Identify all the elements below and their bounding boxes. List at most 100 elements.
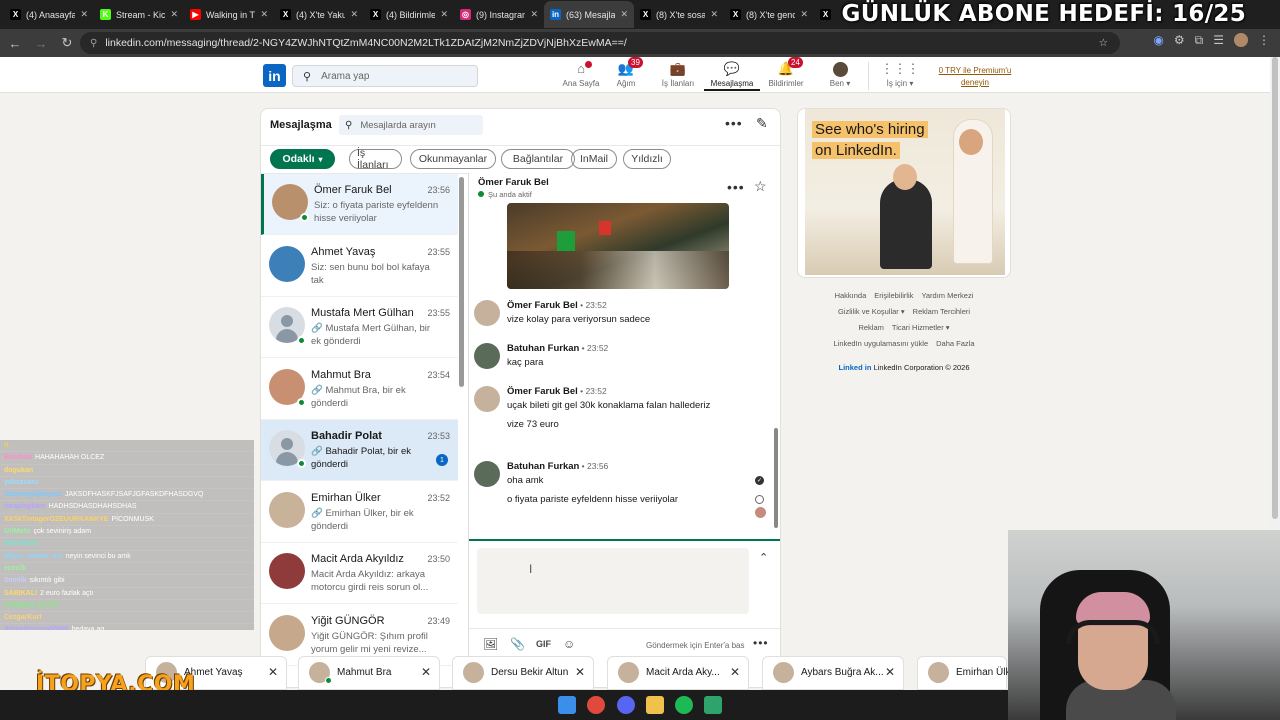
browser-tab[interactable]: K Stream - Kick ✕ (94, 1, 184, 28)
footer-link[interactable]: Ticari Hizmetler ▾ (892, 323, 950, 332)
tab-close-icon[interactable]: ✕ (800, 9, 808, 20)
conversation-item[interactable]: Ahmet Yavaş 23:55 Siz: sen bunu bol bol ka… (261, 236, 458, 297)
chat-popup[interactable]: Emirhan Ülk (917, 656, 1010, 690)
expand-compose-icon[interactable]: ⌃ (759, 551, 768, 564)
chat-popup[interactable]: Macit Arda Aky... ✕ (607, 656, 749, 690)
nav-item-messaging[interactable]: 💬 Mesajlaşma (704, 59, 760, 91)
browser-tab[interactable]: X (8) X'te genc ✕ (724, 1, 814, 28)
footer-link[interactable]: Daha Fazla (936, 339, 974, 348)
forward-icon[interactable]: → (30, 32, 52, 54)
browser-tab[interactable]: X (4) Bildirimle ✕ (364, 1, 454, 28)
browser-tab[interactable]: X (4) Anasayfa ✕ (4, 1, 94, 28)
sender-name[interactable]: Batuhan Furkan • 23:52 (507, 343, 608, 354)
windows-start-icon[interactable] (558, 696, 576, 714)
conversation-item[interactable]: Emirhan Ülker 23:52 🔗 Emirhan Ülker, bir e… (261, 482, 458, 543)
browser-tab[interactable]: ▶ Walking in T ✕ (184, 1, 274, 28)
message-compose-field[interactable]: I (477, 548, 749, 614)
sender-avatar[interactable] (474, 300, 500, 326)
emoji-icon[interactable]: ☺ (563, 637, 575, 651)
spotify-icon[interactable] (675, 696, 693, 714)
sender-avatar[interactable] (474, 386, 500, 412)
filter-chip[interactable]: İş İlanları (349, 147, 402, 171)
compose-more-icon[interactable]: ••• (753, 636, 769, 650)
sender-name[interactable]: Ömer Faruk Bel • 23:52 (507, 300, 607, 311)
attachment-icon[interactable]: 📎 (510, 637, 525, 651)
sender-name[interactable]: Ömer Faruk Bel • 23:52 (507, 386, 607, 397)
close-icon[interactable]: ✕ (885, 665, 895, 679)
back-icon[interactable]: ← (4, 32, 26, 54)
conversation-item[interactable]: Mustafa Mert Gülhan 23:55 🔗 Mustafa Mert G… (261, 297, 458, 358)
profile-avatar[interactable] (1234, 33, 1248, 47)
conversation-item[interactable]: Macit Arda Akyıldız 23:50 Macit Arda Akyıl… (261, 543, 458, 604)
footer-link[interactable]: Reklam (858, 323, 883, 332)
filter-chip[interactable]: Odaklı ▾ (270, 149, 335, 169)
tab-close-icon[interactable]: ✕ (530, 9, 538, 20)
extension-icon[interactable]: ⚙ (1174, 33, 1185, 48)
tab-close-icon[interactable]: ✕ (170, 9, 178, 20)
menu-icon[interactable]: ⋮ (1258, 33, 1270, 48)
tab-close-icon[interactable]: ✕ (350, 9, 358, 20)
nav-item-me[interactable]: ● Ben ▾ (812, 59, 868, 91)
thread-contact-name[interactable]: Ömer Faruk Bel (478, 177, 549, 188)
chat-popup[interactable]: Mahmut Bra ✕ (298, 656, 440, 690)
conversation-item[interactable]: Ömer Faruk Bel 23:56 Siz: o fiyata pariste… (261, 174, 458, 235)
footer-link[interactable]: Yardım Merkezi (921, 291, 973, 300)
nav-item-jobs[interactable]: 💼 İş İlanları (650, 59, 706, 91)
chrome-icon[interactable] (587, 696, 605, 714)
thread-scrollbar[interactable] (774, 203, 778, 543)
hiring-ad[interactable]: See who's hiring on LinkedIn. (797, 108, 1011, 278)
reading-list-icon[interactable]: ☰ (1213, 33, 1224, 48)
close-icon[interactable]: ✕ (730, 665, 740, 679)
footer-link[interactable]: Reklam Tercihleri (913, 307, 970, 316)
bookmark-star-icon[interactable]: ☆ (1099, 37, 1108, 49)
thread-more-icon[interactable]: ••• (727, 179, 745, 195)
close-icon[interactable]: ✕ (575, 665, 585, 679)
footer-link[interactable]: LinkedIn uygulamasını yükle (834, 339, 929, 348)
page-scrollbar-thumb[interactable] (1272, 57, 1278, 519)
sender-name[interactable]: Batuhan Furkan • 23:56 (507, 461, 608, 472)
site-info-icon[interactable]: ⚲ (90, 38, 97, 49)
conversation-item[interactable]: Bahadir Polat 23:53 🔗 Bahadir Polat, bir e… (261, 420, 458, 481)
chat-popup[interactable]: Aybars Buğra Ak... ✕ (762, 656, 904, 690)
tab-close-icon[interactable]: ✕ (620, 9, 628, 20)
sender-avatar[interactable] (474, 461, 500, 487)
nav-item-network[interactable]: 👥 39 Ağım (598, 57, 654, 91)
gif-button[interactable]: GIF (536, 639, 551, 649)
app-icon[interactable] (704, 696, 722, 714)
nav-item-grid[interactable]: ⋮⋮⋮ İş için ▾ (872, 59, 928, 91)
global-search-input[interactable]: ⚲ Arama yap (292, 65, 478, 87)
more-options-icon[interactable]: ••• (725, 115, 743, 131)
tab-close-icon[interactable]: ✕ (440, 9, 448, 20)
browser-tab[interactable]: X (4) X'te Yaku ✕ (274, 1, 364, 28)
tab-close-icon[interactable]: ✕ (710, 9, 718, 20)
filter-chip[interactable]: InMail (571, 149, 617, 169)
nav-item-bell[interactable]: 🔔 24 Bildirimler (758, 57, 814, 91)
linkedin-logo[interactable]: in (263, 64, 286, 87)
image-icon[interactable]: 🖼 (483, 637, 498, 651)
close-icon[interactable]: ✕ (421, 665, 431, 679)
star-icon[interactable]: ☆ (754, 178, 767, 195)
tab-close-icon[interactable]: ✕ (260, 9, 268, 20)
footer-link[interactable]: Erişilebilirlik (874, 291, 913, 300)
messages-search-input[interactable]: ⚲ Mesajlarda arayın (339, 115, 483, 135)
filter-chip[interactable]: Yıldızlı (623, 149, 671, 169)
footer-link[interactable]: Hakkında (835, 291, 867, 300)
close-icon[interactable]: ✕ (268, 665, 278, 679)
conversation-item[interactable]: Mahmut Bra 23:54 🔗 Mahmut Bra, bir ek gönd… (261, 359, 458, 420)
compose-message-icon[interactable]: ✎ (756, 115, 768, 132)
tab-close-icon[interactable]: ✕ (80, 9, 88, 20)
url-bar[interactable]: ⚲ linkedin.com/messaging/thread/2-NGY4ZW… (80, 32, 1120, 54)
chat-popup[interactable]: Dersu Bekir Altun ✕ (452, 656, 594, 690)
browser-tab[interactable]: in (63) Mesajla ✕ (544, 1, 634, 28)
sender-avatar[interactable] (474, 343, 500, 369)
browser-tab[interactable]: X (8) X'te sosa ✕ (634, 1, 724, 28)
reload-icon[interactable]: ↻ (56, 32, 78, 54)
cast-icon[interactable]: ◉ (1153, 33, 1163, 48)
thread-scrollbar-thumb[interactable] (774, 428, 778, 528)
discord-icon[interactable] (617, 696, 635, 714)
filter-chip[interactable]: Bağlantılar (501, 149, 575, 169)
filter-chip[interactable]: Okunmayanlar (410, 149, 496, 169)
premium-link[interactable]: 0 TRY ile Premium'u deneyin (930, 65, 1020, 89)
file-explorer-icon[interactable] (646, 696, 664, 714)
shared-video-thumbnail[interactable] (507, 203, 729, 289)
